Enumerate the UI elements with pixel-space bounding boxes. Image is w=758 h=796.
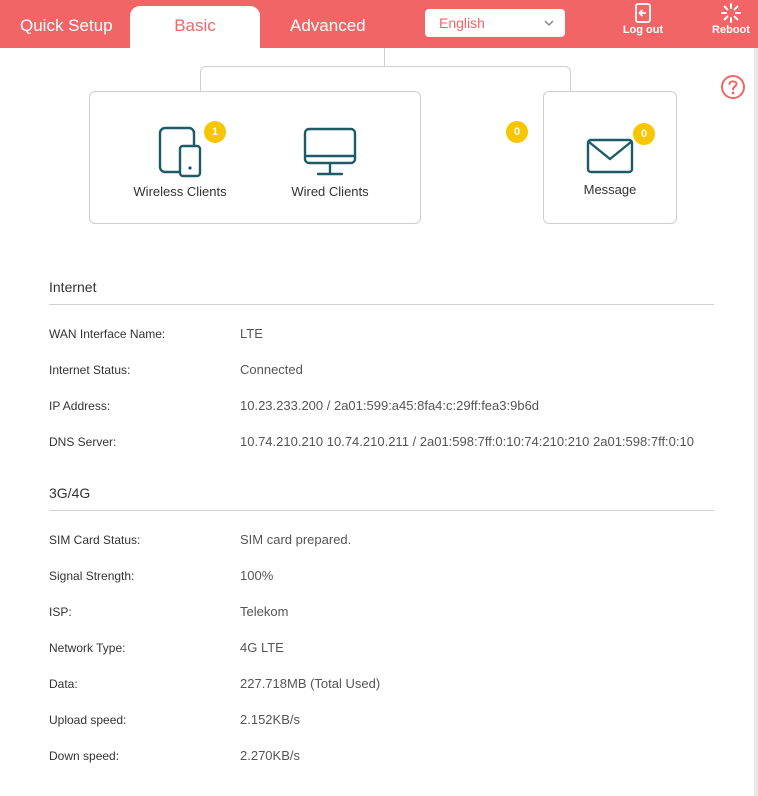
- message-label: Message: [583, 182, 637, 197]
- upload-speed-value: 2.152KB/s: [240, 712, 300, 727]
- isp-label: ISP:: [49, 605, 72, 619]
- data-usage-label: Data:: [49, 677, 78, 691]
- wired-clients-label: Wired Clients: [291, 184, 369, 199]
- sim-status-value: SIM card prepared.: [240, 532, 352, 547]
- internet-section-title: Internet: [49, 279, 97, 295]
- isp-value: Telekom: [240, 604, 289, 619]
- tab-advanced[interactable]: Advanced: [290, 0, 366, 48]
- page-scrollbar[interactable]: [754, 48, 758, 796]
- logout-label: Log out: [622, 24, 664, 36]
- tablet-phone-icon: [158, 126, 202, 178]
- envelope-icon: [586, 138, 634, 174]
- dns-server-value: 10.74.210.210 10.74.210.211 / 2a01:598:7…: [240, 434, 694, 449]
- sim-status-label: SIM Card Status:: [49, 533, 141, 547]
- logout-button[interactable]: Log out: [618, 2, 668, 36]
- signal-strength-label: Signal Strength:: [49, 569, 135, 583]
- wireless-clients-count-badge: 1: [204, 121, 226, 143]
- message-card: 0 Message: [543, 91, 677, 224]
- tab-basic[interactable]: Basic: [130, 6, 260, 48]
- mobile-divider: [49, 510, 714, 511]
- data-usage-value: 227.718MB (Total Used): [240, 676, 381, 691]
- signal-strength-value: 100%: [240, 568, 274, 583]
- wireless-clients-label: Wireless Clients: [133, 184, 227, 199]
- logout-icon: [635, 3, 651, 23]
- top-nav-bar: Quick Setup Basic Advanced English Log o…: [0, 0, 758, 48]
- tab-quick-setup[interactable]: Quick Setup: [20, 0, 113, 48]
- wireless-clients-button[interactable]: 1 Wireless Clients: [120, 121, 240, 199]
- mobile-section-title: 3G/4G: [49, 485, 91, 501]
- help-icon[interactable]: [720, 74, 746, 100]
- clients-card: 1 Wireless Clients 0 Wired Clients: [89, 91, 528, 224]
- wired-clients-count-badge: 0: [506, 121, 528, 143]
- chevron-down-icon: [544, 20, 554, 27]
- upload-speed-label: Upload speed:: [49, 713, 127, 727]
- ip-address-label: IP Address:: [49, 399, 111, 413]
- language-select[interactable]: English: [425, 9, 565, 37]
- reboot-button[interactable]: Reboot: [706, 2, 756, 36]
- ip-address-value: 10.23.233.200 / 2a01:599:a45:8fa4:c:29ff…: [240, 398, 540, 413]
- network-type-label: Network Type:: [49, 641, 126, 655]
- message-count-badge: 0: [633, 123, 655, 145]
- language-select-value: English: [439, 15, 485, 31]
- network-map-connector: [200, 66, 571, 92]
- wan-interface-label: WAN Interface Name:: [49, 327, 166, 341]
- wired-clients-button[interactable]: 0 Wired Clients: [270, 121, 528, 199]
- network-map-connector-stem: [384, 48, 385, 66]
- internet-divider: [49, 304, 714, 305]
- internet-status-label: Internet Status:: [49, 363, 131, 377]
- monitor-icon: [303, 127, 357, 176]
- wan-interface-value: LTE: [240, 326, 263, 341]
- down-speed-label: Down speed:: [49, 749, 120, 763]
- message-button[interactable]: 0 Message: [544, 123, 676, 197]
- dns-server-label: DNS Server:: [49, 435, 117, 449]
- reboot-icon: [721, 3, 741, 23]
- down-speed-value: 2.270KB/s: [240, 748, 300, 763]
- internet-status-value: Connected: [240, 362, 303, 377]
- reboot-label: Reboot: [712, 24, 750, 36]
- network-type-value: 4G LTE: [240, 640, 284, 655]
